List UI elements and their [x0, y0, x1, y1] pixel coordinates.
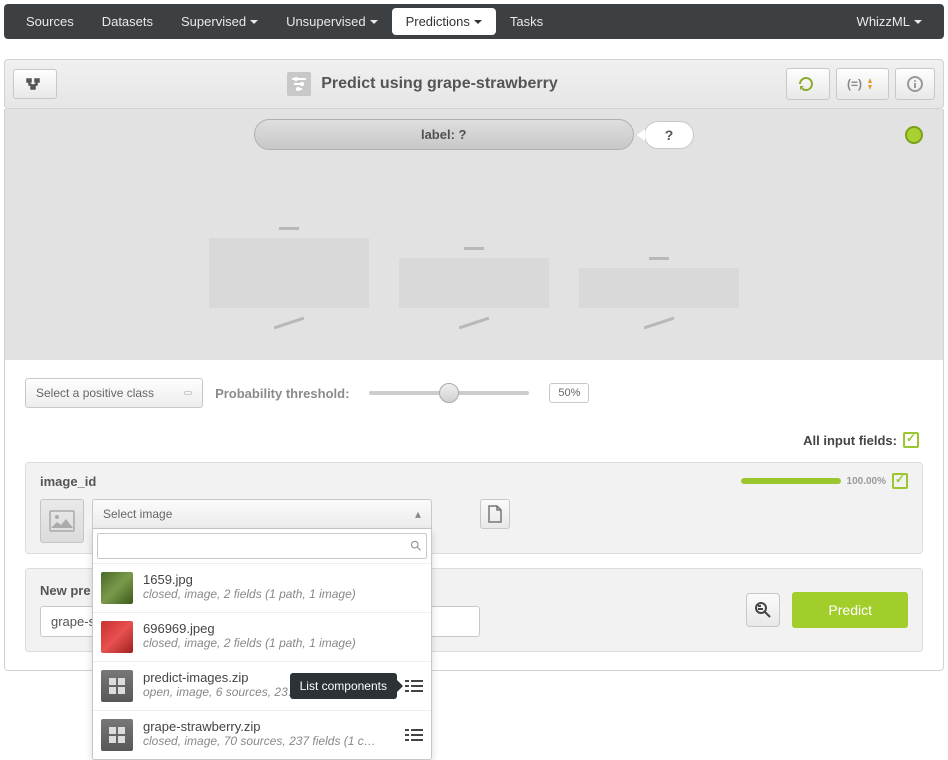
toggle-green-button[interactable]	[905, 126, 923, 144]
nav-predictions[interactable]: Predictions	[392, 8, 496, 35]
positive-class-select[interactable]: Select a positive class	[25, 378, 203, 408]
thumbnail-icon	[101, 572, 133, 604]
caret-down-icon	[914, 20, 922, 24]
field-importance-meter: 100.00%	[741, 473, 908, 489]
image-search: ⚲	[97, 533, 427, 559]
run-action-button[interactable]: (=)	[836, 68, 889, 100]
image-select-button[interactable]: Select image ▴	[92, 499, 432, 529]
archive-icon	[101, 719, 133, 751]
field-label: image_id	[40, 474, 96, 489]
confidence-pill: ?	[644, 121, 695, 149]
threshold-row: Select a positive class Probability thre…	[5, 360, 943, 426]
nav-whizzml[interactable]: WhizzML	[843, 4, 936, 39]
field-image-id: image_id 100.00% Select image ▴ ⚲	[25, 462, 923, 554]
info-button[interactable]	[895, 68, 935, 100]
filter-icon	[285, 70, 313, 98]
caret-down-icon	[370, 20, 378, 24]
threshold-label: Probability threshold:	[215, 386, 349, 401]
threshold-value: 50%	[549, 383, 589, 403]
resource-nav-button[interactable]	[13, 69, 57, 99]
page-toolbar: Predict using grape-strawberry (=)	[4, 59, 944, 109]
nav-unsupervised[interactable]: Unsupervised	[272, 4, 392, 39]
image-option[interactable]: 1659.jpg closed, image, 2 fields (1 path…	[93, 563, 431, 612]
all-input-fields-label: All input fields:	[5, 426, 943, 462]
list-components-icon[interactable]	[405, 728, 423, 742]
list-components-tooltip: List components	[290, 673, 397, 699]
caret-down-icon	[250, 20, 258, 24]
nav-supervised[interactable]: Supervised	[167, 4, 272, 39]
nav-sources[interactable]: Sources	[12, 4, 88, 39]
check-icon[interactable]	[903, 432, 919, 448]
image-search-input[interactable]	[97, 533, 427, 559]
top-nav: Sources Datasets Supervised Unsupervised…	[4, 4, 944, 39]
prediction-label-pill: label: ?	[254, 119, 634, 150]
image-select-panel: ⚲ 1659.jpg closed, image, 2 fields (1 pa…	[92, 529, 432, 760]
list-components-icon[interactable]	[405, 679, 423, 693]
threshold-slider[interactable]	[369, 391, 529, 395]
image-thumbnail-placeholder	[40, 499, 84, 543]
page-title: Predict using grape-strawberry	[57, 70, 786, 98]
upload-file-button[interactable]	[480, 499, 510, 529]
refresh-button[interactable]	[786, 68, 830, 100]
inspect-button[interactable]	[746, 593, 780, 627]
nav-tasks[interactable]: Tasks	[496, 4, 557, 39]
image-option[interactable]: 696969.jpeg closed, image, 2 fields (1 p…	[93, 612, 431, 661]
archive-icon	[101, 670, 133, 702]
image-option[interactable]: predict-images.zip open, image, 6 source…	[93, 661, 431, 710]
image-option[interactable]: grape-strawberry.zip closed, image, 70 s…	[93, 710, 431, 759]
predict-button[interactable]: Predict	[792, 592, 908, 628]
nav-datasets[interactable]: Datasets	[88, 4, 167, 39]
caret-down-icon	[474, 20, 482, 24]
prediction-label-row: label: ? ?	[5, 109, 943, 160]
thumbnail-icon	[101, 621, 133, 653]
main-content: label: ? ? Select a positive class Proba…	[4, 109, 944, 671]
chart-placeholder	[5, 160, 943, 360]
check-icon[interactable]	[892, 473, 908, 489]
